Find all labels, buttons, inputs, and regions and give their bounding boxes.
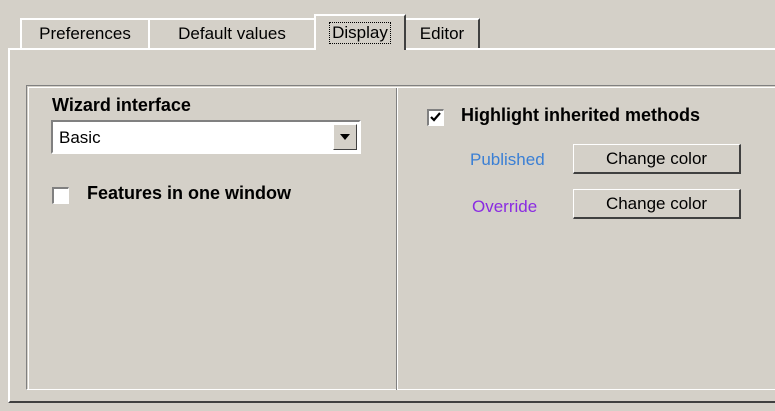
features-in-one-window-label: Features in one window [87, 183, 292, 203]
tab-label: Default values [178, 24, 286, 43]
override-label: Override [472, 197, 538, 216]
dropdown-button[interactable] [333, 124, 357, 150]
highlight-inherited-methods-label: Highlight inherited methods [461, 105, 700, 125]
vertical-divider [396, 88, 398, 390]
tab-preferences[interactable]: Preferences [20, 18, 150, 48]
chevron-down-icon [340, 134, 350, 140]
wizard-interface-value: Basic [59, 128, 101, 147]
tab-label: Preferences [39, 24, 131, 43]
wizard-interface-select[interactable]: Basic [51, 120, 361, 154]
highlight-inherited-methods-checkbox[interactable] [427, 109, 444, 126]
tab-editor[interactable]: Editor [404, 18, 480, 48]
features-in-one-window-checkbox[interactable] [52, 187, 69, 204]
tab-display[interactable]: Display [314, 14, 406, 50]
checkmark-icon [430, 112, 441, 122]
published-change-color-button[interactable]: Change color [573, 144, 741, 174]
override-change-color-button[interactable]: Change color [573, 189, 741, 219]
published-label: Published [470, 150, 545, 169]
tab-label: Editor [419, 24, 465, 43]
tab-default-values[interactable]: Default values [148, 18, 316, 48]
wizard-interface-label: Wizard interface [52, 95, 191, 115]
tab-label: Display [329, 22, 391, 44]
